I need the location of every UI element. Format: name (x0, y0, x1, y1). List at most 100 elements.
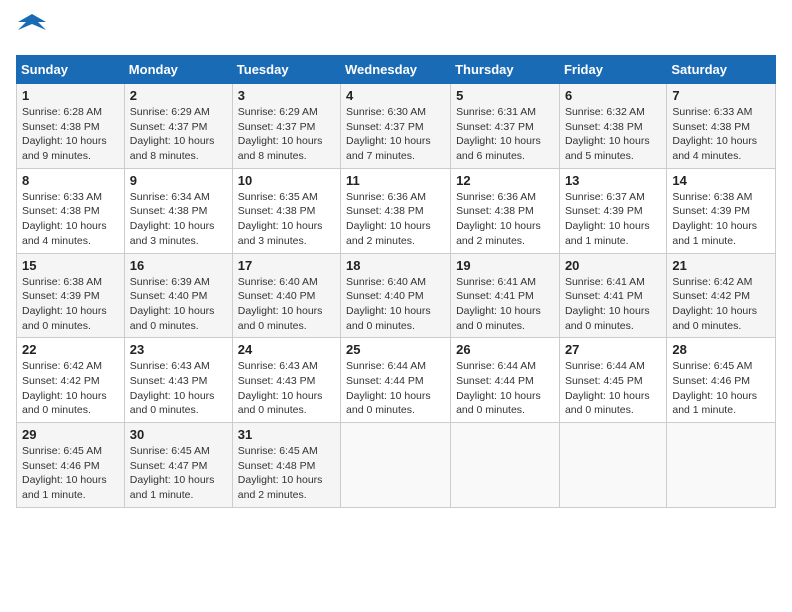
sunset-label: Sunset: 4:37 PM (238, 121, 316, 133)
header-day-wednesday: Wednesday (341, 56, 451, 84)
sunset-label: Sunset: 4:40 PM (238, 290, 316, 302)
day-number: 18 (346, 258, 445, 273)
sunrise-label: Sunrise: 6:43 AM (130, 360, 210, 372)
sunrise-label: Sunrise: 6:37 AM (565, 191, 645, 203)
day-cell (667, 423, 776, 508)
daylight-minutes: and 7 minutes. (346, 150, 415, 162)
day-info: Sunrise: 6:36 AM Sunset: 4:38 PM Dayligh… (456, 190, 554, 249)
sunset-label: Sunset: 4:38 PM (672, 121, 750, 133)
sunset-label: Sunset: 4:42 PM (672, 290, 750, 302)
day-cell: 2 Sunrise: 6:29 AM Sunset: 4:37 PM Dayli… (124, 84, 232, 169)
header-day-friday: Friday (559, 56, 666, 84)
day-info: Sunrise: 6:45 AM Sunset: 4:48 PM Dayligh… (238, 444, 335, 503)
sunrise-label: Sunrise: 6:44 AM (346, 360, 426, 372)
day-cell: 12 Sunrise: 6:36 AM Sunset: 4:38 PM Dayl… (451, 168, 560, 253)
sunset-label: Sunset: 4:38 PM (22, 205, 100, 217)
day-cell: 26 Sunrise: 6:44 AM Sunset: 4:44 PM Dayl… (451, 338, 560, 423)
day-cell: 13 Sunrise: 6:37 AM Sunset: 4:39 PM Dayl… (559, 168, 666, 253)
daylight-minutes: and 1 minute. (130, 489, 194, 501)
daylight-minutes: and 0 minutes. (238, 404, 307, 416)
day-number: 7 (672, 88, 770, 103)
day-cell: 17 Sunrise: 6:40 AM Sunset: 4:40 PM Dayl… (232, 253, 340, 338)
day-number: 8 (22, 173, 119, 188)
daylight-label: Daylight: 10 hours (22, 135, 107, 147)
day-info: Sunrise: 6:42 AM Sunset: 4:42 PM Dayligh… (22, 359, 119, 418)
day-number: 2 (130, 88, 227, 103)
day-number: 16 (130, 258, 227, 273)
day-number: 14 (672, 173, 770, 188)
day-info: Sunrise: 6:43 AM Sunset: 4:43 PM Dayligh… (238, 359, 335, 418)
sunrise-label: Sunrise: 6:30 AM (346, 106, 426, 118)
header-day-sunday: Sunday (17, 56, 125, 84)
sunset-label: Sunset: 4:44 PM (346, 375, 424, 387)
week-row-5: 29 Sunrise: 6:45 AM Sunset: 4:46 PM Dayl… (17, 423, 776, 508)
day-number: 9 (130, 173, 227, 188)
day-info: Sunrise: 6:29 AM Sunset: 4:37 PM Dayligh… (130, 105, 227, 164)
sunrise-label: Sunrise: 6:28 AM (22, 106, 102, 118)
daylight-minutes: and 0 minutes. (565, 320, 634, 332)
week-row-2: 8 Sunrise: 6:33 AM Sunset: 4:38 PM Dayli… (17, 168, 776, 253)
sunrise-label: Sunrise: 6:40 AM (238, 276, 318, 288)
sunrise-label: Sunrise: 6:40 AM (346, 276, 426, 288)
day-number: 10 (238, 173, 335, 188)
sunset-label: Sunset: 4:39 PM (672, 205, 750, 217)
sunset-label: Sunset: 4:38 PM (346, 205, 424, 217)
daylight-label: Daylight: 10 hours (130, 135, 215, 147)
daylight-label: Daylight: 10 hours (456, 135, 541, 147)
sunrise-label: Sunrise: 6:39 AM (130, 276, 210, 288)
day-info: Sunrise: 6:41 AM Sunset: 4:41 PM Dayligh… (565, 275, 661, 334)
day-number: 30 (130, 427, 227, 442)
day-cell (451, 423, 560, 508)
daylight-label: Daylight: 10 hours (565, 390, 650, 402)
sunrise-label: Sunrise: 6:38 AM (22, 276, 102, 288)
day-cell: 15 Sunrise: 6:38 AM Sunset: 4:39 PM Dayl… (17, 253, 125, 338)
daylight-minutes: and 3 minutes. (238, 235, 307, 247)
sunrise-label: Sunrise: 6:42 AM (672, 276, 752, 288)
day-info: Sunrise: 6:45 AM Sunset: 4:47 PM Dayligh… (130, 444, 227, 503)
header-day-tuesday: Tuesday (232, 56, 340, 84)
daylight-label: Daylight: 10 hours (346, 220, 431, 232)
day-cell: 18 Sunrise: 6:40 AM Sunset: 4:40 PM Dayl… (341, 253, 451, 338)
sunrise-label: Sunrise: 6:36 AM (456, 191, 536, 203)
daylight-minutes: and 1 minute. (565, 235, 629, 247)
daylight-label: Daylight: 10 hours (238, 305, 323, 317)
sunset-label: Sunset: 4:38 PM (456, 205, 534, 217)
day-cell: 11 Sunrise: 6:36 AM Sunset: 4:38 PM Dayl… (341, 168, 451, 253)
day-info: Sunrise: 6:44 AM Sunset: 4:44 PM Dayligh… (456, 359, 554, 418)
daylight-minutes: and 0 minutes. (22, 320, 91, 332)
day-number: 4 (346, 88, 445, 103)
day-cell: 28 Sunrise: 6:45 AM Sunset: 4:46 PM Dayl… (667, 338, 776, 423)
sunrise-label: Sunrise: 6:43 AM (238, 360, 318, 372)
daylight-minutes: and 0 minutes. (456, 320, 525, 332)
daylight-minutes: and 2 minutes. (346, 235, 415, 247)
daylight-label: Daylight: 10 hours (130, 390, 215, 402)
week-row-4: 22 Sunrise: 6:42 AM Sunset: 4:42 PM Dayl… (17, 338, 776, 423)
daylight-label: Daylight: 10 hours (238, 220, 323, 232)
sunrise-label: Sunrise: 6:35 AM (238, 191, 318, 203)
sunset-label: Sunset: 4:39 PM (565, 205, 643, 217)
sunrise-label: Sunrise: 6:29 AM (130, 106, 210, 118)
daylight-minutes: and 1 minute. (672, 404, 736, 416)
sunrise-label: Sunrise: 6:33 AM (22, 191, 102, 203)
sunset-label: Sunset: 4:37 PM (346, 121, 424, 133)
daylight-label: Daylight: 10 hours (22, 474, 107, 486)
header-day-thursday: Thursday (451, 56, 560, 84)
sunset-label: Sunset: 4:45 PM (565, 375, 643, 387)
daylight-label: Daylight: 10 hours (565, 135, 650, 147)
sunset-label: Sunset: 4:38 PM (565, 121, 643, 133)
daylight-minutes: and 0 minutes. (672, 320, 741, 332)
day-number: 24 (238, 342, 335, 357)
week-row-1: 1 Sunrise: 6:28 AM Sunset: 4:38 PM Dayli… (17, 84, 776, 169)
sunrise-label: Sunrise: 6:45 AM (238, 445, 318, 457)
week-row-3: 15 Sunrise: 6:38 AM Sunset: 4:39 PM Dayl… (17, 253, 776, 338)
sunset-label: Sunset: 4:38 PM (130, 205, 208, 217)
logo-bird-icon (18, 12, 46, 45)
day-number: 1 (22, 88, 119, 103)
sunrise-label: Sunrise: 6:36 AM (346, 191, 426, 203)
sunset-label: Sunset: 4:41 PM (456, 290, 534, 302)
day-cell (559, 423, 666, 508)
daylight-minutes: and 5 minutes. (565, 150, 634, 162)
daylight-label: Daylight: 10 hours (238, 135, 323, 147)
sunset-label: Sunset: 4:38 PM (238, 205, 316, 217)
day-number: 26 (456, 342, 554, 357)
